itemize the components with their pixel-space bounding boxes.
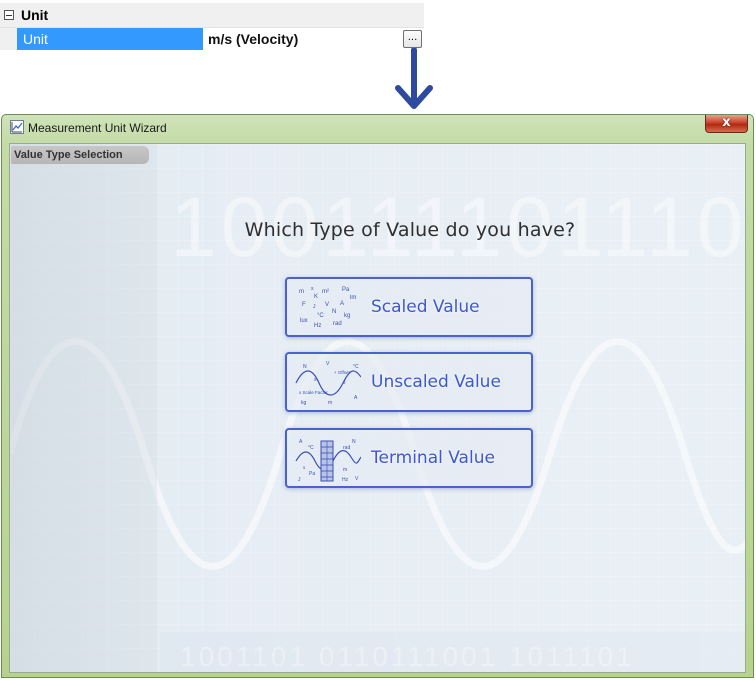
property-grid: Unit Unit m/s (Velocity) ... xyxy=(0,3,424,50)
svg-text:s: s xyxy=(311,286,314,292)
svg-text:m: m xyxy=(328,400,332,406)
svg-text:Pa: Pa xyxy=(309,471,315,477)
svg-text:V: V xyxy=(325,302,329,308)
svg-text:J: J xyxy=(298,477,301,483)
svg-text:A: A xyxy=(340,301,344,307)
close-button[interactable]: x xyxy=(705,115,748,133)
close-icon: x xyxy=(722,115,731,130)
chart-icon xyxy=(10,120,24,134)
svg-text:rad: rad xyxy=(343,445,350,451)
svg-text:N: N xyxy=(332,309,336,315)
wizard-steps-sidebar: Value Type Selection xyxy=(10,144,157,672)
unscaled-value-button[interactable]: N V °C + Offset s J x Scale Factor A kg … xyxy=(285,352,533,412)
scaled-value-button[interactable]: m s m² Pa K lm F J V A N °C kg lux Hz ra… xyxy=(285,277,533,337)
row-gutter xyxy=(0,28,17,50)
svg-text:m: m xyxy=(299,289,304,295)
svg-text:s: s xyxy=(303,465,306,470)
arrow-down-icon xyxy=(395,48,433,109)
svg-text:J: J xyxy=(343,380,346,386)
step-tab-value-type-selection[interactable]: Value Type Selection xyxy=(11,146,149,164)
svg-text:K: K xyxy=(314,294,318,300)
svg-text:°C: °C xyxy=(317,313,324,319)
question-heading: Which Type of Value do you have? xyxy=(244,219,576,241)
svg-text:lm: lm xyxy=(350,295,356,301)
window-title: Measurement Unit Wizard xyxy=(28,121,167,135)
svg-text:N: N xyxy=(303,364,307,370)
svg-text:V: V xyxy=(355,476,359,482)
svg-text:lux: lux xyxy=(300,318,308,324)
title-bar[interactable]: Measurement Unit Wizard x xyxy=(2,115,753,140)
terminal-value-button[interactable]: A °C N rad s Pa m J Hz V Terminal Value xyxy=(285,428,533,488)
physical-units-icon: m s m² Pa K lm F J V A N °C kg lux Hz ra… xyxy=(299,286,356,329)
waveform-scale-offset-icon: N V °C + Offset s J x Scale Factor A kg … xyxy=(295,361,361,406)
property-row-unit[interactable]: Unit m/s (Velocity) ... xyxy=(0,28,424,50)
property-value[interactable]: m/s (Velocity) xyxy=(203,31,424,47)
svg-text:°C: °C xyxy=(353,364,359,370)
unscaled-value-label: Unscaled Value xyxy=(371,372,501,392)
svg-text:°C: °C xyxy=(308,445,314,451)
svg-text:Hz: Hz xyxy=(342,477,349,483)
svg-text:+ Offset: + Offset xyxy=(334,370,351,375)
svg-text:J: J xyxy=(313,304,316,310)
svg-text:F: F xyxy=(302,302,306,308)
svg-text:N: N xyxy=(352,439,356,445)
category-label: Unit xyxy=(21,7,49,23)
terminal-block-icon: A °C N rad s Pa m J Hz V xyxy=(295,439,361,483)
svg-text:Hz: Hz xyxy=(314,323,321,329)
svg-text:kg: kg xyxy=(344,313,350,319)
scaled-value-label: Scaled Value xyxy=(371,297,480,317)
wizard-content: 1001111011101 1001101 0110111001 1011101… xyxy=(9,143,746,673)
svg-text:A: A xyxy=(299,439,303,445)
svg-text:V: V xyxy=(326,361,330,367)
svg-text:m: m xyxy=(343,467,347,473)
ellipsis-button[interactable]: ... xyxy=(403,30,422,48)
wizard-window: Measurement Unit Wizard x 1001111011101 … xyxy=(1,114,754,678)
terminal-value-label: Terminal Value xyxy=(371,448,495,468)
svg-text:m²: m² xyxy=(322,289,329,295)
svg-text:Pa: Pa xyxy=(342,287,350,293)
svg-text:rad: rad xyxy=(333,321,342,327)
category-row-unit[interactable]: Unit xyxy=(0,3,424,28)
collapse-icon[interactable] xyxy=(4,10,14,20)
svg-text:A: A xyxy=(354,395,358,401)
property-name[interactable]: Unit xyxy=(17,28,203,50)
svg-text:x Scale Factor: x Scale Factor xyxy=(299,390,328,395)
svg-text:kg: kg xyxy=(301,400,307,406)
